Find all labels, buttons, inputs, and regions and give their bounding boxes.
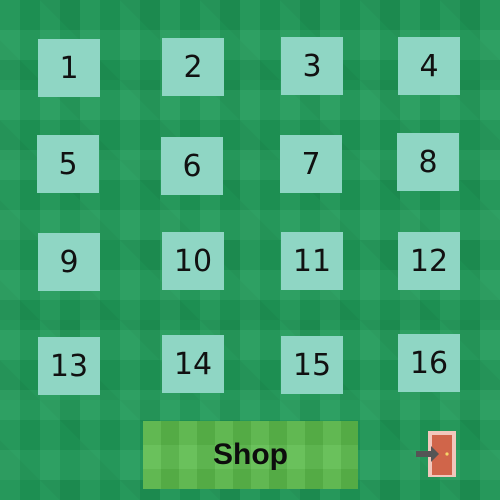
level-tile-1[interactable]: 1 [38, 39, 100, 97]
level-tile-3[interactable]: 3 [281, 37, 343, 95]
level-tile-16[interactable]: 16 [398, 334, 460, 392]
level-tile-6[interactable]: 6 [161, 137, 223, 195]
level-tile-15[interactable]: 15 [281, 336, 343, 394]
level-tile-10[interactable]: 10 [162, 232, 224, 290]
exit-button[interactable] [414, 429, 460, 479]
level-tile-12[interactable]: 12 [398, 232, 460, 290]
level-tile-7[interactable]: 7 [280, 135, 342, 193]
level-tile-11[interactable]: 11 [281, 232, 343, 290]
level-tile-5[interactable]: 5 [37, 135, 99, 193]
game-board: 1 2 3 4 5 6 7 8 9 10 11 12 13 14 15 16 S… [0, 0, 500, 500]
level-tile-14[interactable]: 14 [162, 335, 224, 393]
level-tile-13[interactable]: 13 [38, 337, 100, 395]
exit-door-icon [416, 431, 456, 477]
level-tile-2[interactable]: 2 [162, 38, 224, 96]
level-tile-8[interactable]: 8 [397, 133, 459, 191]
level-tile-4[interactable]: 4 [398, 37, 460, 95]
shop-button[interactable]: Shop [143, 421, 358, 489]
level-tile-9[interactable]: 9 [38, 233, 100, 291]
